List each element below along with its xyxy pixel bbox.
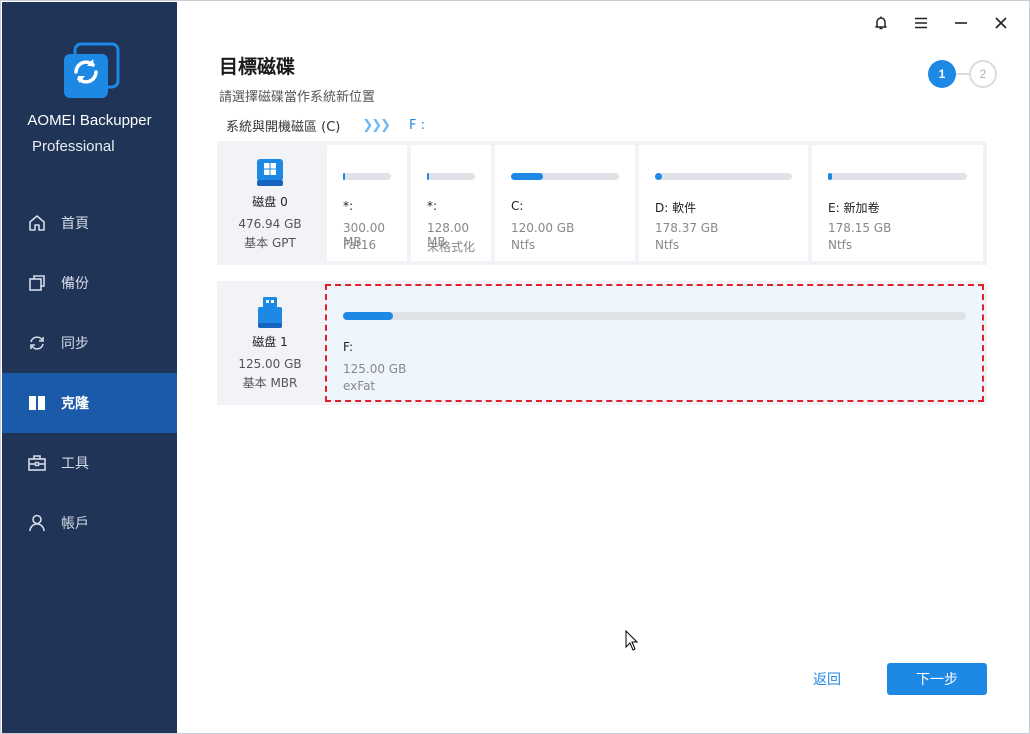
backup-icon [26,272,48,294]
source-label: 系統與開機磁區 (C) [226,120,341,135]
toolbox-icon [26,452,48,474]
usage-fill [343,173,346,180]
partition-name: E: 新加卷 [828,201,880,215]
partition-size: 120.00 GB [511,221,575,235]
usage-bar [343,173,391,180]
usage-bar [828,173,967,180]
sidebar-item-backup[interactable]: 備份 [2,253,177,313]
partition-card[interactable]: *: 300.00 MB Fat16 [327,145,407,261]
partition-fs: Ntfs [655,238,680,252]
disk-info: 磁盘 1 125.00 GB 基本 MBR [217,281,323,405]
step-1: 1 [928,60,956,88]
disk-row-1[interactable]: 磁盘 1 125.00 GB 基本 MBR F: 125.00 GB exFat [217,281,987,405]
usage-bar [511,173,619,180]
partition-card[interactable]: E: 新加卷 178.15 GB Ntfs [812,145,983,261]
usage-fill [511,173,544,180]
sidebar-item-label: 工具 [61,456,89,472]
partition-fs: Ntfs [511,238,536,252]
partition-size: 178.15 GB [828,221,892,235]
sidebar-item-clone[interactable]: 克隆 [2,373,177,433]
menu-icon[interactable] [901,9,941,37]
usage-fill [427,173,430,180]
disk-row-0[interactable]: 磁盘 0 476.94 GB 基本 GPT *: 300.00 MB Fat16… [217,141,987,265]
partition-card[interactable]: C: 120.00 GB Ntfs [495,145,635,261]
partition-fs: Ntfs [828,238,853,252]
mouse-cursor-icon [625,629,639,652]
sidebar-item-label: 備份 [61,276,89,292]
sidebar-nav: 首頁 備份 同步 克隆 工具 帳戶 [2,193,177,553]
windows-disk-icon [255,158,285,191]
disk-info: 磁盘 0 476.94 GB 基本 GPT [217,141,323,265]
partition-size: 125.00 GB [343,362,407,376]
partition-size: 178.37 GB [655,221,719,235]
sidebar-item-account[interactable]: 帳戶 [2,493,177,553]
usb-disk-icon [255,296,285,333]
sidebar-item-tools[interactable]: 工具 [2,433,177,493]
step-2: 2 [969,60,997,88]
clone-icon [26,392,48,414]
usage-fill [828,173,833,180]
usage-bar [343,312,966,320]
partition-name: *: [427,199,438,213]
minimize-icon[interactable] [941,9,981,37]
next-button[interactable]: 下一步 [887,663,987,695]
step-indicator: 1 2 [928,60,998,88]
home-icon [26,212,48,234]
back-button[interactable]: 返回 [797,663,857,695]
partition-name: *: [343,199,354,213]
close-icon[interactable] [981,9,1021,37]
partition-fs: exFat [343,379,376,393]
user-icon [26,512,48,534]
usage-fill [343,312,393,320]
partition-card[interactable]: D: 軟件 178.37 GB Ntfs [639,145,808,261]
page-title: 目標磁碟 [219,56,296,78]
disk-name: 磁盘 1 [252,335,288,349]
destination-label: F : [409,118,426,133]
step-connector [956,73,969,75]
app-edition: Professional [32,138,115,155]
disk-type: 基本 MBR [242,376,298,390]
app-name: AOMEI Backupper [27,112,152,129]
sidebar: AOMEI Backupper Professional 首頁 備份 同步 克隆… [2,2,177,733]
sidebar-item-label: 首頁 [61,216,89,232]
arrows-icon: ❯❯❯ [362,118,391,133]
usage-bar [427,173,475,180]
partition-fs: Fat16 [343,238,377,252]
sync-icon [26,332,48,354]
partition-name: F: [343,340,354,354]
app-window: AOMEI Backupper Professional 首頁 備份 同步 克隆… [0,0,1030,734]
disk-size: 125.00 GB [238,357,302,371]
disk-name: 磁盘 0 [252,195,288,209]
disk-type: 基本 GPT [244,236,296,250]
bell-icon[interactable] [861,9,901,37]
partition-name: D: 軟件 [655,201,697,215]
partition-name: C: [511,199,524,213]
page-subtitle: 請選擇磁碟當作系統新位置 [219,90,376,105]
disk-size: 476.94 GB [238,217,302,231]
sidebar-item-label: 帳戶 [61,516,89,532]
clone-path: 系統與開機磁區 (C) ❯❯❯ F : [226,116,425,135]
sidebar-item-home[interactable]: 首頁 [2,193,177,253]
usage-fill [655,173,662,180]
sidebar-item-label: 同步 [61,336,89,352]
sidebar-item-label: 克隆 [61,396,89,412]
partition-fs: 未格式化 [427,240,476,254]
sidebar-item-sync[interactable]: 同步 [2,313,177,373]
partition-card-selected[interactable]: F: 125.00 GB exFat [325,284,984,402]
partition-card[interactable]: *: 128.00 MB 未格式化 [411,145,491,261]
usage-bar [655,173,792,180]
window-controls [861,9,1021,37]
app-logo-icon [62,42,120,100]
